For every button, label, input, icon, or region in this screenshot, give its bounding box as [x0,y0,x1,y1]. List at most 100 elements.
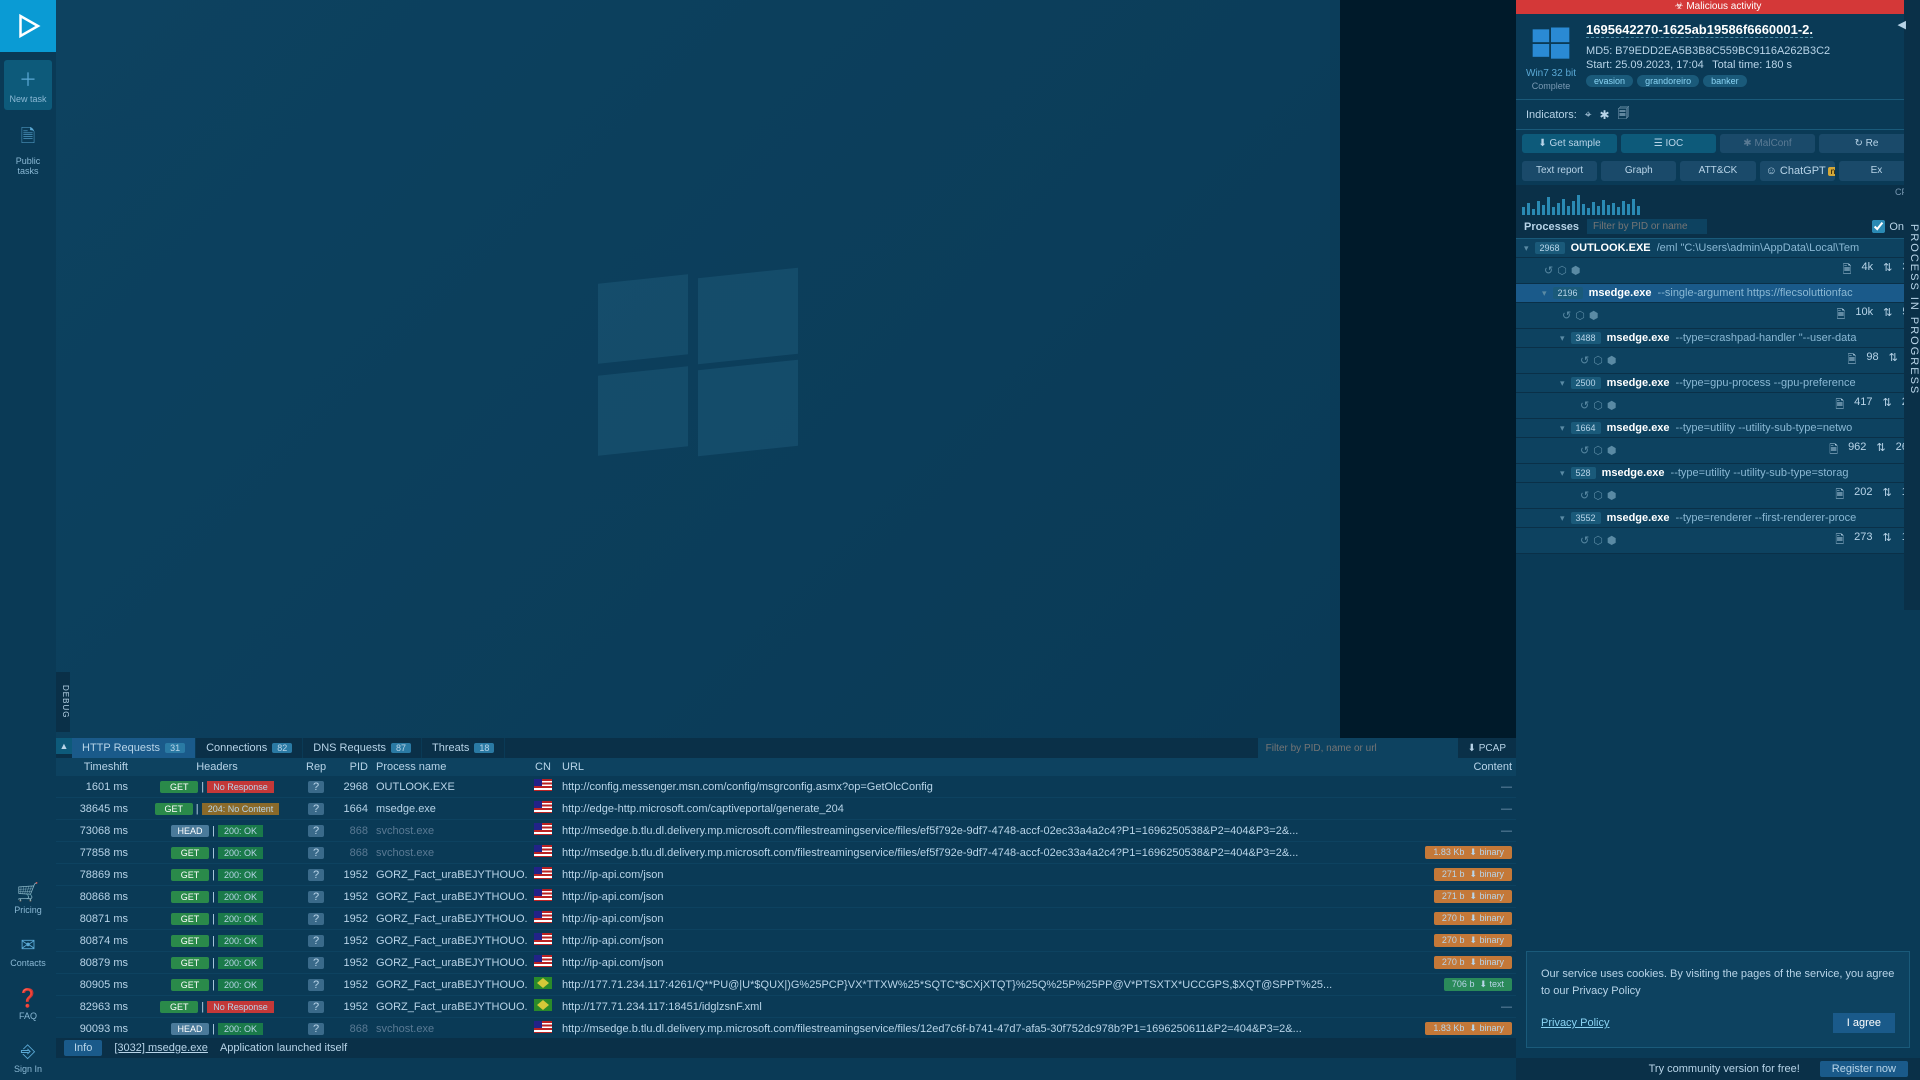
privacy-policy-link[interactable]: Privacy Policy [1541,1017,1609,1029]
http-row[interactable]: 80871 msGET | 200: OK?1952GORZ_Fact_uraB… [56,908,1516,930]
faq-button[interactable]: ❓FAQ [4,982,52,1027]
content-badge[interactable]: 271 b ⬇ binary [1434,890,1512,903]
http-row[interactable]: 1601 msGET | No Response?2968OUTLOOK.EXE… [56,776,1516,798]
md5-value[interactable]: B79EDD2EA5B3B8C559BC9116A262B3C2 [1615,45,1830,57]
pricing-button[interactable]: 🛒Pricing [4,876,52,921]
process-row[interactable]: ▾3552msedge.exe--type=renderer --first-r… [1516,509,1920,528]
info-process[interactable]: [3032] msedge.exe [114,1042,208,1054]
tab-threats[interactable]: Threats18 [422,738,505,758]
cookie-agree-button[interactable]: I agree [1833,1013,1895,1033]
process-row[interactable]: ▾528msedge.exe--type=utility --utility-s… [1516,464,1920,483]
attck-button[interactable]: ATT&CK [1680,161,1755,181]
text-report-button[interactable]: Text report [1522,161,1597,181]
network-filter-input[interactable] [1258,738,1458,758]
malconf-button[interactable]: ✱ MalConf [1720,134,1815,153]
rep-badge[interactable]: ? [308,913,324,925]
tree-toggle-icon[interactable]: ▾ [1560,468,1565,479]
cell-url[interactable]: http://edge-http.microsoft.com/captivepo… [558,803,1356,815]
indicator-icon-3[interactable]: 🗐 [1618,104,1630,125]
graph-button[interactable]: Graph [1601,161,1676,181]
logo[interactable] [0,0,56,52]
indicator-icon-2[interactable]: ✱ [1600,108,1610,122]
rep-badge[interactable]: ? [308,781,324,793]
process-row[interactable]: ▾2500msedge.exe--type=gpu-process --gpu-… [1516,374,1920,393]
col-headers[interactable]: Headers [132,761,302,773]
tab-dns[interactable]: DNS Requests87 [303,738,422,758]
tree-toggle-icon[interactable]: ▾ [1560,423,1565,434]
http-row[interactable]: 80868 msGET | 200: OK?1952GORZ_Fact_uraB… [56,886,1516,908]
indicator-icon-1[interactable]: ⌖ [1585,107,1592,122]
content-badge[interactable]: 271 b ⬇ binary [1434,868,1512,881]
cell-url[interactable]: http://msedge.b.tlu.dl.delivery.mp.micro… [558,825,1356,837]
cell-url[interactable]: http://ip-api.com/json [558,891,1356,903]
process-row[interactable]: ▾3488msedge.exe--type=crashpad-handler "… [1516,329,1920,348]
http-row[interactable]: 80874 msGET | 200: OK?1952GORZ_Fact_uraB… [56,930,1516,952]
cell-url[interactable]: http://msedge.b.tlu.dl.delivery.mp.micro… [558,1023,1356,1035]
col-cn[interactable]: CN [528,761,558,773]
debug-tab[interactable]: DEBUG [56,672,70,732]
get-sample-button[interactable]: ⬇ Get sample [1522,134,1617,153]
col-timeshift[interactable]: Timeshift [56,761,132,773]
http-row[interactable]: 38645 msGET | 204: No Content?1664msedge… [56,798,1516,820]
content-badge[interactable]: 1.83 Kb ⬇ binary [1425,846,1512,859]
tree-toggle-icon[interactable]: ▾ [1524,243,1529,254]
process-row[interactable]: ▾1664msedge.exe--type=utility --utility-… [1516,419,1920,438]
cell-url[interactable]: http://ip-api.com/json [558,935,1356,947]
http-row[interactable]: 82963 msGET | No Response?1952GORZ_Fact_… [56,996,1516,1018]
cell-url[interactable]: http://msedge.b.tlu.dl.delivery.mp.micro… [558,847,1356,859]
col-rep[interactable]: Rep [302,761,330,773]
content-badge[interactable]: 270 b ⬇ binary [1434,956,1512,969]
cell-url[interactable]: http://177.71.234.117:4261/Q**PU@|U*$QUX… [558,979,1356,991]
tag-evasion[interactable]: evasion [1586,75,1633,87]
http-row[interactable]: 80905 msGET | 200: OK?1952GORZ_Fact_uraB… [56,974,1516,996]
rep-badge[interactable]: ? [308,979,324,991]
info-button[interactable]: Info [64,1040,102,1056]
panel-collapse-button[interactable]: ▲ [56,738,72,754]
col-pid[interactable]: PID [330,761,372,773]
rep-badge[interactable]: ? [308,957,324,969]
export-button[interactable]: Ex [1839,161,1914,181]
cell-url[interactable]: http://ip-api.com/json [558,913,1356,925]
tab-http[interactable]: HTTP Requests31 [72,738,196,758]
cell-url[interactable]: http://177.71.234.117:18451/idglzsnF.xml [558,1001,1356,1013]
cell-url[interactable]: http://ip-api.com/json [558,957,1356,969]
tag-banker[interactable]: banker [1703,75,1747,87]
signin-button[interactable]: ⎆Sign In [4,1035,52,1080]
tree-toggle-icon[interactable]: ▾ [1560,333,1565,344]
col-url[interactable]: URL [558,761,1356,773]
grid-body[interactable]: 1601 msGET | No Response?2968OUTLOOK.EXE… [56,776,1516,1036]
process-row[interactable]: ▾2196msedge.exe--single-argument https:/… [1516,284,1920,303]
rep-badge[interactable]: ? [308,869,324,881]
http-row[interactable]: 90093 msHEAD | 200: OK?868svchost.exehtt… [56,1018,1516,1036]
pcap-button[interactable]: ⬇ PCAP [1458,738,1516,758]
cell-url[interactable]: http://config.messenger.msn.com/config/m… [558,781,1356,793]
public-tasks-button[interactable]: 🗎Public tasks [4,118,52,182]
rep-badge[interactable]: ? [308,935,324,947]
col-content[interactable]: Content [1356,761,1516,773]
tree-toggle-icon[interactable]: ▾ [1542,288,1547,299]
rep-badge[interactable]: ? [308,1023,324,1035]
content-badge[interactable]: 270 b ⬇ binary [1434,912,1512,925]
process-filter-input[interactable] [1587,219,1707,234]
register-button[interactable]: Register now [1820,1061,1908,1077]
ioc-button[interactable]: ☰ IOC [1621,134,1716,153]
http-row[interactable]: 80879 msGET | 200: OK?1952GORZ_Fact_uraB… [56,952,1516,974]
content-badge[interactable]: 270 b ⬇ binary [1434,934,1512,947]
rerun-button[interactable]: ↻ Re [1819,134,1914,153]
http-row[interactable]: 77858 msGET | 200: OK?868svchost.exehttp… [56,842,1516,864]
rep-badge[interactable]: ? [308,847,324,859]
tree-toggle-icon[interactable]: ▾ [1560,513,1565,524]
http-row[interactable]: 73068 msHEAD | 200: OK?868svchost.exehtt… [56,820,1516,842]
sample-name[interactable]: 1695642270-1625ab19586f6660001-2. [1586,22,1813,38]
tree-toggle-icon[interactable]: ▾ [1560,378,1565,389]
tag-grandoreiro[interactable]: grandoreiro [1637,75,1699,87]
rep-badge[interactable]: ? [308,803,324,815]
rep-badge[interactable]: ? [308,1001,324,1013]
rep-badge[interactable]: ? [308,891,324,903]
contacts-button[interactable]: ✉Contacts [4,929,52,974]
process-progress-tab[interactable]: PROCESS IN PROGRESS◀ [1904,0,1920,610]
process-row[interactable]: ▾2968OUTLOOK.EXE/eml "C:\Users\admin\App… [1516,239,1920,258]
http-row[interactable]: 78869 msGET | 200: OK?1952GORZ_Fact_uraB… [56,864,1516,886]
col-process[interactable]: Process name [372,761,528,773]
tab-connections[interactable]: Connections82 [196,738,303,758]
